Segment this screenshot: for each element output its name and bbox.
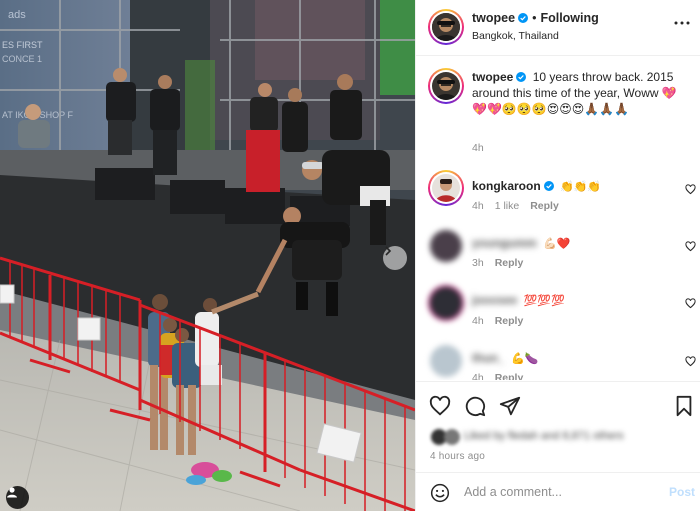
chevron-right-icon — [385, 246, 392, 256]
verified-badge-icon — [543, 181, 554, 191]
svg-text:ES FIRST: ES FIRST — [2, 40, 43, 50]
post-actions: Liked by fledah and 8,871 others 4 hours… — [416, 381, 700, 471]
caption-time[interactable]: 4h — [472, 142, 484, 154]
svg-text:CONCE 1: CONCE 1 — [2, 54, 42, 64]
comment-time[interactable]: 4h — [472, 315, 484, 327]
story-ring[interactable] — [428, 9, 464, 45]
heart-icon — [685, 298, 696, 309]
comment-avatar[interactable] — [430, 230, 462, 262]
comment-avatar-ring[interactable] — [428, 170, 464, 206]
comment-username[interactable]: thun_ — [472, 351, 505, 365]
caption-avatar-ring[interactable] — [428, 68, 464, 104]
following-button[interactable]: Following — [540, 11, 598, 25]
location-link[interactable]: Bangkok, Thailand — [472, 30, 559, 42]
avatar-image — [432, 174, 460, 202]
comment-input[interactable] — [464, 482, 654, 502]
comment-username[interactable]: jooosee — [472, 293, 517, 307]
heart-icon — [685, 184, 696, 195]
photo-illustration: ads ES FIRST CONCE 1 AT IKON SHOP F — [0, 0, 415, 511]
comment-text: 💪🏻❤️ — [543, 237, 571, 250]
bookmark-icon — [676, 395, 692, 417]
more-horizontal-icon — [674, 21, 690, 25]
comment: youngumm 💪🏻❤️ — [472, 235, 687, 252]
user-tag-icon — [7, 487, 17, 498]
verified-badge-icon — [516, 72, 527, 82]
add-comment-bar: Post — [416, 472, 700, 511]
more-options-button[interactable] — [673, 14, 691, 35]
reply-button[interactable]: Reply — [495, 257, 524, 269]
post-sidebar: twopee • Following Bangkok, Thailand two… — [415, 0, 700, 511]
post-dialog: ads ES FIRST CONCE 1 AT IKON SHOP F — [0, 0, 700, 511]
save-button[interactable] — [674, 395, 694, 420]
comment-avatar[interactable] — [430, 345, 462, 377]
avatar — [432, 13, 460, 41]
comment-icon — [465, 396, 486, 417]
share-button[interactable] — [499, 395, 521, 420]
like-comment-button[interactable] — [685, 241, 696, 255]
header-separator: • — [532, 11, 537, 25]
comment-meta: 4h 1 like Reply — [472, 200, 570, 212]
comment-time[interactable]: 4h — [472, 200, 484, 212]
heart-icon — [429, 395, 451, 416]
comment-username[interactable]: kongkaroon — [472, 179, 541, 193]
comment-likes[interactable]: 1 like — [495, 200, 520, 212]
carousel-next-button[interactable] — [383, 246, 407, 270]
post-comment-button[interactable]: Post — [669, 485, 695, 499]
reply-button[interactable]: Reply — [495, 372, 524, 380]
comment-avatar — [432, 174, 460, 202]
comment-meta: 4h Reply — [472, 372, 534, 380]
comment-meta: 4h Reply — [472, 315, 534, 327]
send-icon — [499, 396, 521, 416]
comment: kongkaroon 👏👏👏 — [472, 178, 687, 195]
caption-meta: 4h — [472, 142, 495, 154]
header-user: twopee • Following — [472, 11, 599, 25]
heart-icon — [685, 356, 696, 367]
comment: thun_ 💪🍆 — [472, 350, 687, 367]
avatar-image — [432, 72, 460, 100]
like-comment-button[interactable] — [685, 184, 696, 198]
verified-badge-icon — [518, 13, 529, 23]
user-tag-button[interactable] — [6, 486, 29, 509]
comment-time[interactable]: 4h — [472, 372, 484, 380]
post-photo[interactable]: ads ES FIRST CONCE 1 AT IKON SHOP F — [0, 0, 415, 511]
like-comment-button[interactable] — [685, 298, 696, 312]
reply-button[interactable]: Reply — [530, 200, 559, 212]
caption: twopee 10 years throw back. 2015 around … — [472, 69, 687, 117]
caption-avatar — [432, 72, 460, 100]
comment-username[interactable]: youngumm — [472, 236, 537, 250]
comment: jooosee 💯💯💯 — [472, 292, 687, 309]
emoji-smile-icon — [430, 483, 450, 503]
comment-button[interactable] — [464, 395, 486, 420]
reply-button[interactable]: Reply — [495, 315, 524, 327]
comment-time[interactable]: 3h — [472, 257, 484, 269]
caption-username[interactable]: twopee — [472, 70, 513, 84]
emoji-picker-button[interactable] — [430, 483, 450, 506]
svg-text:ads: ads — [8, 9, 26, 21]
avatar-image — [432, 13, 460, 41]
heart-icon — [685, 241, 696, 252]
like-button[interactable] — [429, 395, 451, 420]
likes-summary[interactable]: Liked by fledah and 8,871 others — [464, 430, 624, 442]
author-username[interactable]: twopee — [472, 11, 515, 25]
comment-meta: 3h Reply — [472, 257, 534, 269]
post-header: twopee • Following Bangkok, Thailand — [416, 0, 700, 56]
comment-avatar[interactable] — [430, 287, 462, 319]
like-comment-button[interactable] — [685, 356, 696, 370]
comment-text: 💯💯💯 — [523, 294, 565, 307]
comment-text: 👏👏👏 — [560, 180, 602, 193]
comment-text: 💪🍆 — [511, 352, 539, 365]
comments-list[interactable]: twopee 10 years throw back. 2015 around … — [416, 57, 700, 380]
post-timestamp[interactable]: 4 hours ago — [430, 451, 485, 462]
